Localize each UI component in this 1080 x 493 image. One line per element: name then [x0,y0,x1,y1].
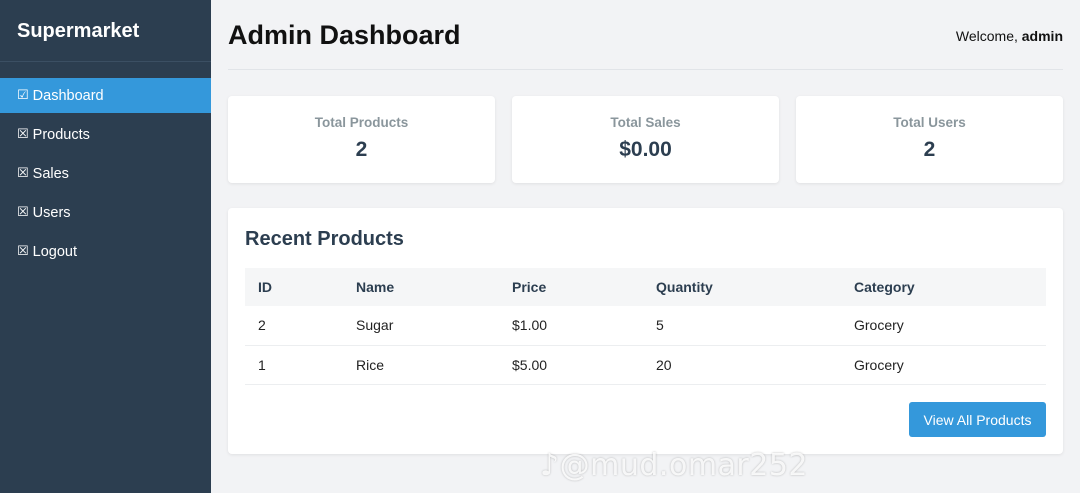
cell-name: Sugar [343,306,499,346]
column-header-price: Price [512,279,547,295]
cell-quantity: 5 [643,306,841,346]
stat-card-total-sales: Total Sales $0.00 [512,96,779,183]
sidebar-item-label: Logout [32,243,78,260]
sidebar-item-dashboard[interactable]: ☑ Dashboard [0,78,211,113]
sidebar-nav: ☑ Dashboard ☒ Products ☒ Sales ☒ Users ☒… [0,78,211,269]
sidebar: Supermarket ☑ Dashboard ☒ Products ☒ Sal… [0,0,211,493]
stat-value: 2 [923,138,936,161]
column-header-name: Name [356,279,395,295]
table-header-row: ID Name Price Quantity Category [245,268,1046,306]
sidebar-item-label: Users [32,204,71,221]
table-row: 2 Sugar $1.00 5 Grocery [245,306,1046,346]
stat-card-total-users: Total Users 2 [796,96,1063,183]
main-content: Admin Dashboard Welcome, admin Total Pro… [228,0,1063,493]
stat-label: Total Products [314,115,409,130]
sidebar-item-users[interactable]: ☒ Users [0,195,211,230]
sidebar-item-products[interactable]: ☒ Products [0,117,211,152]
stat-label: Total Sales [610,115,681,130]
view-all-products-button[interactable]: View All Products [909,402,1046,437]
welcome-prefix: Welcome, [955,28,1022,44]
sidebar-item-logout[interactable]: ☒ Logout [0,234,211,269]
stat-value: $0.00 [619,138,672,161]
checkbox-crossed-icon: ☒ [17,244,29,259]
column-header-quantity: Quantity [656,279,713,295]
stat-card-total-products: Total Products 2 [228,96,495,183]
cell-price: $5.00 [499,345,643,385]
checkbox-crossed-icon: ☒ [17,127,29,142]
cell-name: Rice [343,345,499,385]
welcome-message: Welcome, admin [956,28,1063,44]
page-header: Admin Dashboard Welcome, admin [228,0,1063,70]
checkbox-checked-icon: ☑ [17,88,29,103]
cell-id: 1 [245,345,343,385]
cell-quantity: 20 [643,345,841,385]
sidebar-item-sales[interactable]: ☒ Sales [0,156,211,191]
page-title: Admin Dashboard [228,20,461,50]
cell-category: Grocery [841,306,1046,346]
brand-logo: Supermarket [0,0,211,62]
cell-id: 2 [245,306,343,346]
stats-row: Total Products 2 Total Sales $0.00 Total… [228,96,1063,183]
username: admin [1021,28,1063,44]
sidebar-item-label: Sales [32,165,69,182]
section-title: Recent Products [245,228,404,250]
sidebar-item-label: Dashboard [32,87,104,104]
table-row: 1 Rice $5.00 20 Grocery [245,345,1046,385]
cell-price: $1.00 [499,306,643,346]
checkbox-crossed-icon: ☒ [17,205,29,220]
column-header-category: Category [854,279,915,295]
stat-value: 2 [355,138,368,161]
column-header-id: ID [258,279,272,295]
stat-label: Total Users [893,115,966,130]
cell-category: Grocery [841,345,1046,385]
watermark-text: ♪@mud.omar252 [540,448,809,483]
checkbox-crossed-icon: ☒ [17,166,29,181]
sidebar-item-label: Products [32,126,90,143]
recent-products-panel: Recent Products ID Name Price Quantity C… [228,208,1063,454]
products-table: ID Name Price Quantity Category 2 Sugar … [245,268,1046,385]
